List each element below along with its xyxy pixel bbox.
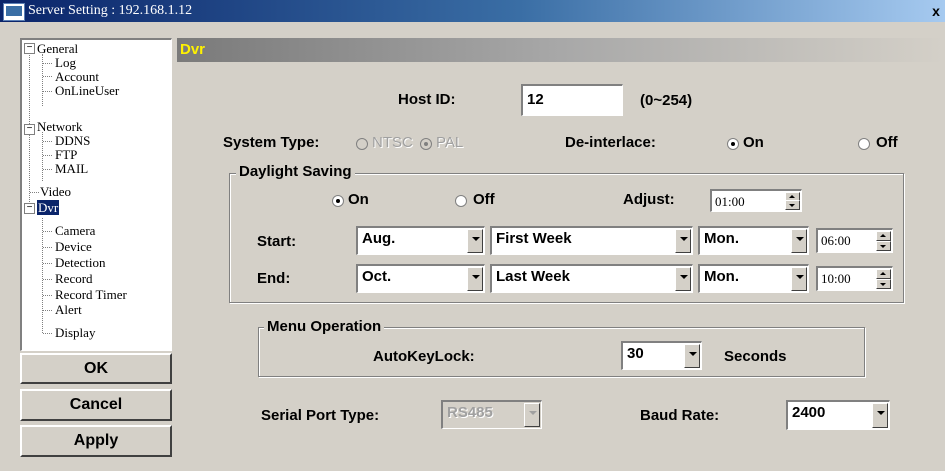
end-time-spinner[interactable]: 10:00 [816, 266, 893, 291]
ntsc-label: NTSC [372, 134, 413, 151]
window-title: Server Setting : 192.168.1.12 [28, 3, 193, 18]
tree-item-display[interactable]: Display [55, 326, 95, 339]
ok-button[interactable]: OK [20, 353, 172, 384]
apply-button[interactable]: Apply [20, 425, 172, 457]
end-day-select[interactable]: Mon. [698, 264, 809, 293]
chevron-down-icon[interactable] [872, 403, 888, 428]
cancel-button[interactable]: Cancel [20, 389, 172, 421]
start-time-spinner[interactable]: 06:00 [816, 228, 893, 253]
tree-item-network[interactable]: Network [37, 120, 83, 133]
serial-port-label: Serial Port Type: [261, 407, 380, 424]
deinterlace-on-label: On [743, 134, 764, 151]
end-day-value: Mon. [704, 268, 739, 285]
app-icon [3, 3, 25, 21]
start-month-value: Aug. [362, 230, 396, 247]
daylight-off-label: Off [473, 191, 495, 208]
end-week-select[interactable]: Last Week [490, 264, 693, 293]
tree-item-detection[interactable]: Detection [55, 256, 106, 269]
daylight-on-label: On [348, 191, 369, 208]
autokeylock-select[interactable]: 30 [621, 341, 702, 370]
pal-label: PAL [436, 134, 464, 151]
host-id-label: Host ID: [398, 91, 456, 108]
chevron-down-icon[interactable] [524, 403, 540, 427]
end-label: End: [257, 270, 291, 287]
start-month-select[interactable]: Aug. [356, 226, 485, 255]
tree-item-log[interactable]: Log [55, 56, 76, 69]
tree-item-account[interactable]: Account [55, 70, 99, 83]
spin-up-icon[interactable] [876, 269, 891, 279]
host-id-input[interactable]: 12 [521, 84, 623, 116]
tree-item-alert[interactable]: Alert [55, 303, 82, 316]
serial-port-select[interactable]: RS485 [441, 400, 542, 429]
adjust-spinner[interactable]: 01:00 [710, 189, 802, 212]
chevron-down-icon[interactable] [791, 229, 807, 253]
system-type-label: System Type: [223, 134, 320, 151]
pal-radio[interactable] [420, 138, 432, 150]
tree-item-dvr[interactable]: Dvr [37, 200, 60, 215]
panel-header: Dvr [177, 38, 945, 62]
chevron-down-icon[interactable] [791, 267, 807, 291]
deinterlace-label: De-interlace: [565, 134, 656, 151]
settings-tree[interactable]: − General Log Account OnLineUser − Netwo… [20, 38, 172, 351]
baud-rate-label: Baud Rate: [640, 407, 720, 424]
end-time-value: 10:00 [821, 271, 851, 286]
baud-rate-select[interactable]: 2400 [786, 400, 890, 430]
window-title-bar[interactable]: Server Setting : 192.168.1.12 x [0, 0, 945, 22]
adjust-value: 01:00 [715, 194, 745, 209]
daylight-on-radio[interactable] [332, 195, 344, 207]
daylight-saving-title: Daylight Saving [236, 163, 355, 180]
spin-down-icon[interactable] [785, 200, 800, 210]
autokeylock-value: 30 [627, 345, 644, 362]
chevron-down-icon[interactable] [675, 229, 691, 253]
deinterlace-on-radio[interactable] [727, 138, 739, 150]
chevron-down-icon[interactable] [467, 229, 483, 253]
tree-item-record-timer[interactable]: Record Timer [55, 288, 127, 301]
end-week-value: Last Week [496, 268, 570, 285]
start-time-value: 06:00 [821, 233, 851, 248]
collapse-icon[interactable]: − [24, 203, 35, 214]
collapse-icon[interactable]: − [24, 124, 35, 135]
adjust-label: Adjust: [623, 191, 675, 208]
tree-item-record[interactable]: Record [55, 272, 93, 285]
ntsc-radio[interactable] [356, 138, 368, 150]
tree-item-camera[interactable]: Camera [55, 224, 95, 237]
end-month-select[interactable]: Oct. [356, 264, 485, 293]
spin-down-icon[interactable] [876, 241, 891, 251]
tree-item-onlineuser[interactable]: OnLineUser [55, 84, 119, 97]
seconds-label: Seconds [724, 348, 787, 365]
deinterlace-off-label: Off [876, 134, 898, 151]
serial-port-value: RS485 [447, 404, 493, 421]
chevron-down-icon[interactable] [684, 344, 700, 368]
collapse-icon[interactable]: − [24, 43, 35, 54]
panel-title: Dvr [180, 41, 206, 58]
baud-rate-value: 2400 [792, 404, 826, 421]
deinterlace-off-radio[interactable] [858, 138, 870, 150]
host-id-range: (0~254) [640, 92, 693, 109]
spin-up-icon[interactable] [876, 231, 891, 241]
chevron-down-icon[interactable] [467, 267, 483, 291]
chevron-down-icon[interactable] [675, 267, 691, 291]
start-day-value: Mon. [704, 230, 739, 247]
menu-operation-title: Menu Operation [264, 318, 385, 335]
tree-item-device[interactable]: Device [55, 240, 92, 253]
tree-item-ddns[interactable]: DDNS [55, 134, 90, 147]
start-label: Start: [257, 233, 297, 250]
tree-item-video[interactable]: Video [40, 185, 71, 198]
start-week-value: First Week [496, 230, 572, 247]
autokeylock-label: AutoKeyLock: [373, 348, 475, 365]
tree-item-general[interactable]: General [37, 42, 78, 55]
tree-item-mail[interactable]: MAIL [55, 162, 88, 175]
close-button[interactable]: x [927, 2, 945, 20]
spin-down-icon[interactable] [876, 279, 891, 289]
end-month-value: Oct. [362, 268, 392, 285]
daylight-off-radio[interactable] [455, 195, 467, 207]
start-week-select[interactable]: First Week [490, 226, 693, 255]
tree-item-ftp[interactable]: FTP [55, 148, 77, 161]
start-day-select[interactable]: Mon. [698, 226, 809, 255]
